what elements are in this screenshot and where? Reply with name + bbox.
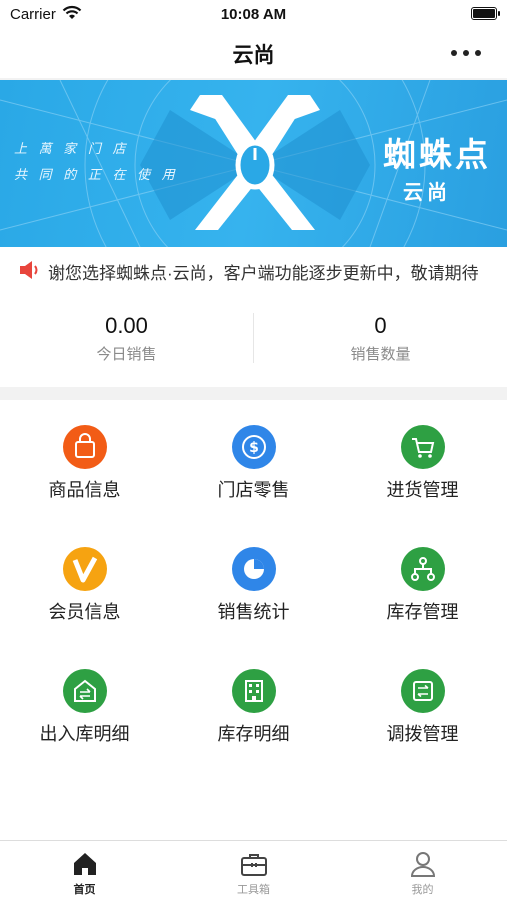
today-sales-stat[interactable]: 0.00 今日销售 <box>0 313 253 364</box>
user-icon <box>408 849 438 879</box>
shopping-bag-icon <box>62 425 107 469</box>
menu-label: 库存管理 <box>386 602 459 622</box>
vip-v-icon <box>62 547 107 591</box>
menu-transfer-management[interactable]: 调拨管理 <box>338 644 507 764</box>
transfer-box-icon <box>62 669 107 713</box>
menu-label: 商品信息 <box>48 480 121 500</box>
bottom-tab-bar: 首页 工具箱 我的 <box>0 840 507 900</box>
tab-label: 首页 <box>73 884 96 896</box>
menu-label: 销售统计 <box>217 602 290 622</box>
sales-count-value: 0 <box>374 313 387 338</box>
function-grid: 商品信息 $ 门店零售 进货管理 会员信息 销售统计 库存管理 出入库明细 库存… <box>0 400 507 840</box>
page-title: 云尚 <box>232 44 275 67</box>
menu-product-info[interactable]: 商品信息 <box>0 400 169 520</box>
menu-label: 出入库明细 <box>39 724 130 744</box>
menu-inventory-management[interactable]: 库存管理 <box>338 522 507 642</box>
promo-banner[interactable]: 蜘蛛点 云尚 上 萬 家 门 店 共 同 的 正 在 使 用 <box>0 80 507 247</box>
shopping-cart-icon <box>400 425 445 469</box>
tab-label: 我的 <box>411 884 434 896</box>
sales-count-stat[interactable]: 0 销售数量 <box>254 313 507 364</box>
banner-brand-subtitle: 云尚 <box>403 182 451 204</box>
menu-label: 进货管理 <box>386 480 459 500</box>
sales-summary: 0.00 今日销售 0 销售数量 <box>0 293 507 387</box>
toolbox-icon <box>239 849 269 879</box>
svg-text:$: $ <box>249 440 259 456</box>
menu-member-info[interactable]: 会员信息 <box>0 522 169 642</box>
tab-label: 工具箱 <box>237 884 270 896</box>
building-icon <box>231 669 276 713</box>
today-sales-label: 今日销售 <box>96 346 157 363</box>
banner-slogan-line2: 共 同 的 正 在 使 用 <box>14 167 179 182</box>
notice-bar[interactable]: 谢您选择蜘蛛点·云尚，客户端功能逐步更新中，敬请期待 <box>0 247 507 293</box>
sales-count-label: 销售数量 <box>350 346 411 363</box>
menu-stock-detail[interactable]: 库存明细 <box>169 644 338 764</box>
banner-slogan-line1: 上 萬 家 门 店 <box>14 141 130 156</box>
nav-bar: 云尚 <box>0 28 507 78</box>
dollar-coin-icon: $ <box>231 425 276 469</box>
menu-store-retail[interactable]: $ 门店零售 <box>169 400 338 520</box>
home-icon <box>70 849 100 879</box>
menu-purchase-management[interactable]: 进货管理 <box>338 400 507 520</box>
menu-label: 库存明细 <box>217 724 290 744</box>
today-sales-value: 0.00 <box>105 313 148 338</box>
tab-toolbox[interactable]: 工具箱 <box>169 841 338 900</box>
more-options-icon[interactable] <box>451 42 481 62</box>
battery-icon <box>471 7 500 20</box>
menu-label: 门店零售 <box>217 480 290 500</box>
pie-chart-icon <box>231 547 276 591</box>
menu-sales-statistics[interactable]: 销售统计 <box>169 522 338 642</box>
status-bar: Carrier 10:08 AM <box>0 0 507 28</box>
speaker-icon <box>18 259 42 286</box>
clock: 10:08 AM <box>220 6 287 23</box>
menu-label: 调拨管理 <box>386 724 459 744</box>
exchange-box-icon <box>400 669 445 713</box>
notice-text: 谢您选择蜘蛛点·云尚，客户端功能逐步更新中，敬请期待 <box>48 264 479 283</box>
tab-profile[interactable]: 我的 <box>338 841 507 900</box>
hierarchy-icon <box>400 547 445 591</box>
tab-home[interactable]: 首页 <box>0 841 169 900</box>
menu-label: 会员信息 <box>48 602 121 622</box>
banner-brand-title: 蜘蛛点 <box>383 136 491 173</box>
menu-stock-inout-detail[interactable]: 出入库明细 <box>0 644 169 764</box>
